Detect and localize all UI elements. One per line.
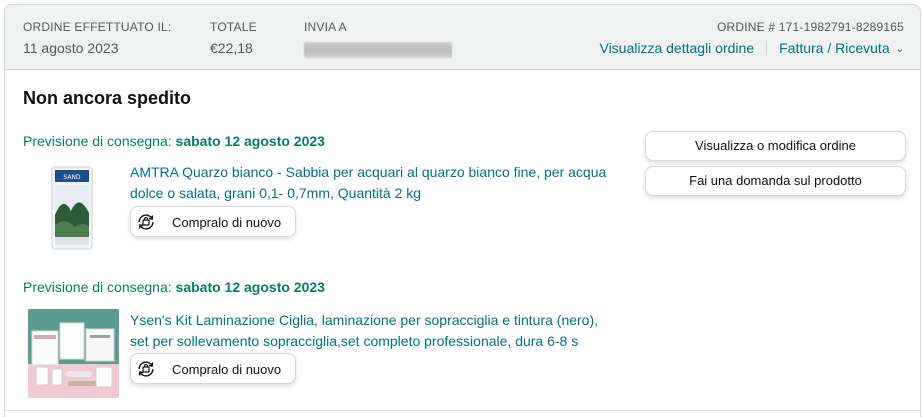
buy-again-button[interactable]: Compralo di nuovo [130,353,296,384]
delivery-date: sabato 12 agosto 2023 [175,133,325,149]
invoice-dropdown-link[interactable]: Fattura / Ricevuta ⌄ [779,40,904,56]
delivery-prefix: Previsione di consegna: [23,133,176,149]
ship-to-label: INVIA A [304,20,347,34]
buy-again-label: Compralo di nuovo [172,362,282,377]
link-divider [766,41,768,55]
invoice-link-label: Fattura / Ricevuta [779,40,890,56]
lash-kit-product-image[interactable] [28,309,119,398]
delivery-estimate: Previsione di consegna: sabato 12 agosto… [23,278,325,296]
order-placed-section: ORDINE EFFETTUATO IL: 11 agosto 2023 [23,20,171,57]
order-header: ORDINE EFFETTUATO IL: 11 agosto 2023 TOT… [5,5,920,70]
order-total-section: TOTALE €22,18 [210,20,257,57]
order-card: ORDINE EFFETTUATO IL: 11 agosto 2023 TOT… [4,4,921,417]
order-number: ORDINE # 171-1982791-8289165 [716,20,904,34]
total-label: TOTALE [210,20,257,34]
sand-bag-product-image[interactable]: SAND [49,165,95,251]
order-header-links: Visualizza dettagli ordine Fattura / Rice… [599,39,904,59]
delivery-date: sabato 12 agosto 2023 [175,279,325,295]
view-order-details-link[interactable]: Visualizza dettagli ordine [599,40,754,56]
shipment-status: Non ancora spedito [23,88,192,108]
delivery-prefix: Previsione di consegna: [23,279,176,295]
total-value: €22,18 [210,40,253,56]
buy-again-icon [134,210,158,234]
buy-again-label: Compralo di nuovo [172,215,282,230]
ship-to-section: INVIA A [304,20,452,58]
ask-product-question-button[interactable]: Fai una domanda sul prodotto [645,166,906,196]
chevron-down-icon: ⌄ [895,44,904,55]
order-number-section: ORDINE # 171-1982791-8289165 Visualizza … [599,20,904,59]
redacted-recipient-name [304,42,452,58]
product-title-link[interactable]: Ysen's Kit Laminazione Ciglia, laminazio… [130,310,620,352]
buy-again-icon [134,357,158,381]
buy-again-button[interactable]: Compralo di nuovo [130,206,296,237]
order-placed-label: ORDINE EFFETTUATO IL: [23,20,172,34]
order-placed-date: 11 agosto 2023 [23,40,119,56]
delivery-estimate: Previsione di consegna: sabato 12 agosto… [23,132,325,150]
order-card-divider [5,410,920,411]
product-title-link[interactable]: AMTRA Quarzo bianco - Sabbia per acquari… [130,162,620,204]
svg-text:SAND: SAND [63,174,81,181]
view-edit-order-button[interactable]: Visualizza o modifica ordine [645,131,906,161]
